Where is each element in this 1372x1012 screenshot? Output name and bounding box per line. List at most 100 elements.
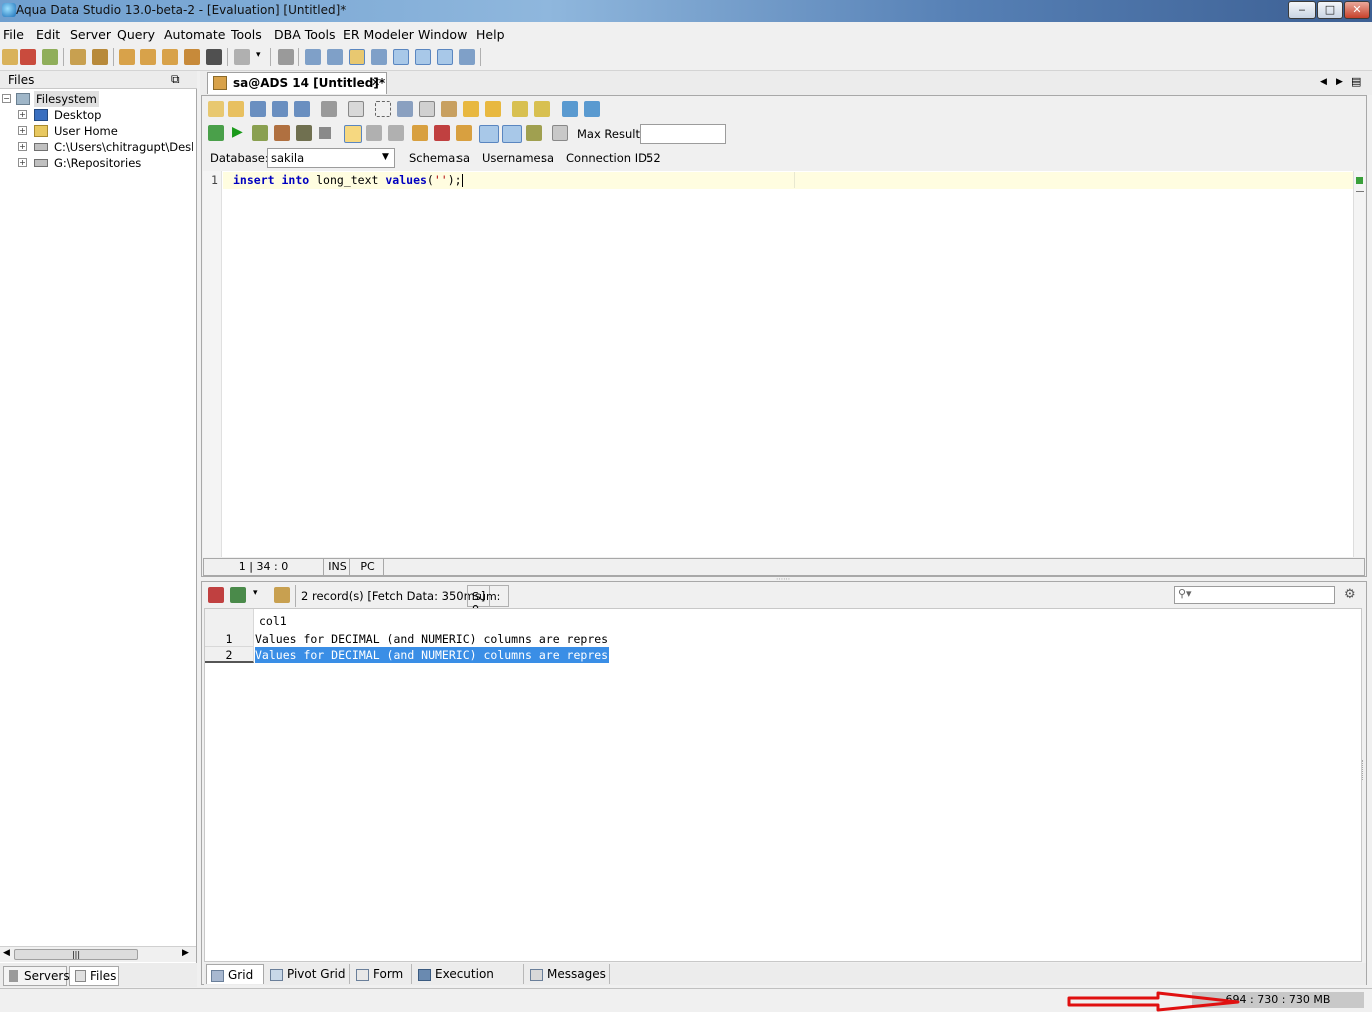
menu-tools[interactable]: Tools — [231, 27, 262, 42]
tab-pivot-grid[interactable]: Pivot Grid — [266, 964, 350, 984]
tree-item-c-drive[interactable]: + C:\Users\chitragupt\Desktop — [18, 139, 193, 155]
tab-files[interactable]: Files — [69, 966, 119, 986]
menu-help[interactable]: Help — [476, 27, 505, 42]
execute-plan-icon[interactable] — [296, 125, 312, 141]
tree-item-g-drive[interactable]: + G:\Repositories — [18, 155, 193, 171]
menu-dba-tools[interactable]: DBA Tools — [274, 27, 336, 42]
menu-window[interactable]: Window — [418, 27, 467, 42]
expand-icon[interactable]: + — [18, 126, 27, 135]
close-tab-icon[interactable]: ✕ — [371, 76, 380, 89]
vertical-splitter[interactable] — [1362, 760, 1366, 780]
save-icon[interactable] — [250, 101, 266, 117]
save-as-icon[interactable] — [272, 101, 288, 117]
tab-messages[interactable]: Messages — [526, 964, 610, 984]
layout-3-icon[interactable] — [349, 49, 365, 65]
scroll-right-icon[interactable]: ▶ — [182, 948, 189, 958]
row-number[interactable]: 2 — [205, 647, 254, 663]
execute-export-icon[interactable] — [274, 125, 290, 141]
print-icon[interactable] — [278, 49, 294, 65]
results-grid-icon[interactable] — [479, 125, 499, 143]
layout-7-icon[interactable] — [437, 49, 453, 65]
tab-nav-prev-icon[interactable]: ◀ — [1320, 77, 1327, 87]
database-select[interactable]: sakila ▼ — [267, 148, 395, 168]
print-icon[interactable] — [321, 101, 337, 117]
cell-col1-selected[interactable]: Values for DECIMAL (and NUMERIC) columns… — [255, 647, 609, 663]
menu-file[interactable]: File — [3, 27, 24, 42]
tree-item-desktop[interactable]: + Desktop — [18, 107, 193, 123]
compare-icon[interactable] — [92, 49, 108, 65]
layout-5-icon[interactable] — [393, 49, 409, 65]
row-number[interactable]: 1 — [205, 631, 254, 647]
sql-editor[interactable] — [203, 171, 1353, 557]
tab-untitled-query[interactable]: sa@ADS 14 [Untitled]* ✕ — [207, 72, 387, 94]
scroll-thumb[interactable]: ||| — [14, 949, 138, 960]
tab-nav-next-icon[interactable]: ▶ — [1336, 77, 1343, 87]
options-gear-icon[interactable]: ⚙ — [1344, 587, 1356, 602]
redo-icon[interactable] — [485, 101, 501, 117]
new-file-icon[interactable] — [208, 101, 224, 117]
open-file-icon[interactable] — [234, 49, 250, 65]
options-icon[interactable] — [552, 125, 568, 141]
query-analyzer-icon[interactable] — [140, 49, 156, 65]
menu-server[interactable]: Server — [70, 27, 111, 42]
menu-automate[interactable]: Automate — [164, 27, 225, 42]
find-icon[interactable] — [512, 101, 528, 117]
commit-icon[interactable] — [366, 125, 382, 141]
horizontal-scrollbar[interactable]: ◀ ||| ▶ — [0, 946, 196, 962]
chevron-down-icon[interactable]: ▾ — [253, 588, 258, 598]
results-search-input[interactable]: ⚲▾ — [1174, 586, 1335, 604]
maximize-button[interactable]: □ — [1317, 1, 1343, 19]
results-text-icon[interactable] — [502, 125, 522, 143]
format-sql-icon[interactable] — [562, 101, 578, 117]
layout-8-icon[interactable] — [459, 49, 475, 65]
execute-icon[interactable]: ▶ — [232, 124, 243, 140]
explain-icon[interactable] — [412, 125, 428, 141]
menu-er-modeler[interactable]: ER Modeler — [343, 27, 414, 42]
bookmark-icon[interactable] — [456, 125, 472, 141]
page-setup-icon[interactable] — [348, 101, 364, 117]
excel-export-icon[interactable] — [230, 587, 246, 603]
refresh-results-icon[interactable] — [274, 587, 290, 603]
close-button[interactable]: ✕ — [1344, 1, 1370, 19]
scroll-left-icon[interactable]: ◀ — [3, 948, 10, 958]
expand-icon[interactable]: + — [18, 110, 27, 119]
menu-query[interactable]: Query — [117, 27, 155, 42]
execute-edit-icon[interactable] — [252, 125, 268, 141]
tab-form[interactable]: Form — [352, 964, 412, 984]
execute-all-icon[interactable] — [208, 125, 224, 141]
tab-list-icon[interactable]: ▤ — [1351, 75, 1361, 88]
dropdown-arrow-icon[interactable]: ▾ — [256, 50, 261, 60]
stop-icon[interactable] — [319, 127, 331, 139]
replace-icon[interactable] — [534, 101, 550, 117]
table-row-selected[interactable]: 2 Values for DECIMAL (and NUMERIC) colum… — [205, 647, 609, 663]
layout-2-icon[interactable] — [327, 49, 343, 65]
chevron-down-icon[interactable]: ▼ — [382, 152, 389, 162]
tab-grid[interactable]: Grid — [206, 964, 264, 984]
column-header-col1[interactable]: col1 — [255, 613, 609, 629]
history-icon[interactable] — [434, 125, 450, 141]
restore-panel-icon[interactable]: ⧉ — [171, 72, 180, 87]
comment-sql-icon[interactable] — [584, 101, 600, 117]
procedure-icon[interactable] — [184, 49, 200, 65]
menu-edit[interactable]: Edit — [36, 27, 60, 42]
new-server-icon[interactable] — [2, 49, 18, 65]
server-properties-icon[interactable] — [20, 49, 36, 65]
paste-icon[interactable] — [441, 101, 457, 117]
expand-icon[interactable]: + — [18, 158, 27, 167]
export-results-icon[interactable] — [208, 587, 224, 603]
rollback-icon[interactable] — [388, 125, 404, 141]
results-split-icon[interactable] — [526, 125, 542, 141]
query-window-icon[interactable] — [119, 49, 135, 65]
layout-6-icon[interactable] — [415, 49, 431, 65]
collapse-icon[interactable]: − — [2, 94, 11, 103]
tab-execution-plan[interactable]: Execution Plan — [414, 964, 524, 1001]
query-builder-icon[interactable] — [162, 49, 178, 65]
tab-servers[interactable]: Servers — [3, 966, 70, 986]
undo-icon[interactable] — [463, 101, 479, 117]
save-all-icon[interactable] — [294, 101, 310, 117]
terminal-icon[interactable] — [206, 49, 222, 65]
cell-col1[interactable]: Values for DECIMAL (and NUMERIC) columns… — [255, 631, 609, 647]
tree-item-filesystem[interactable]: − Filesystem — [2, 91, 192, 107]
open-folder-icon[interactable] — [228, 101, 244, 117]
table-row[interactable]: 1 Values for DECIMAL (and NUMERIC) colum… — [205, 631, 609, 647]
